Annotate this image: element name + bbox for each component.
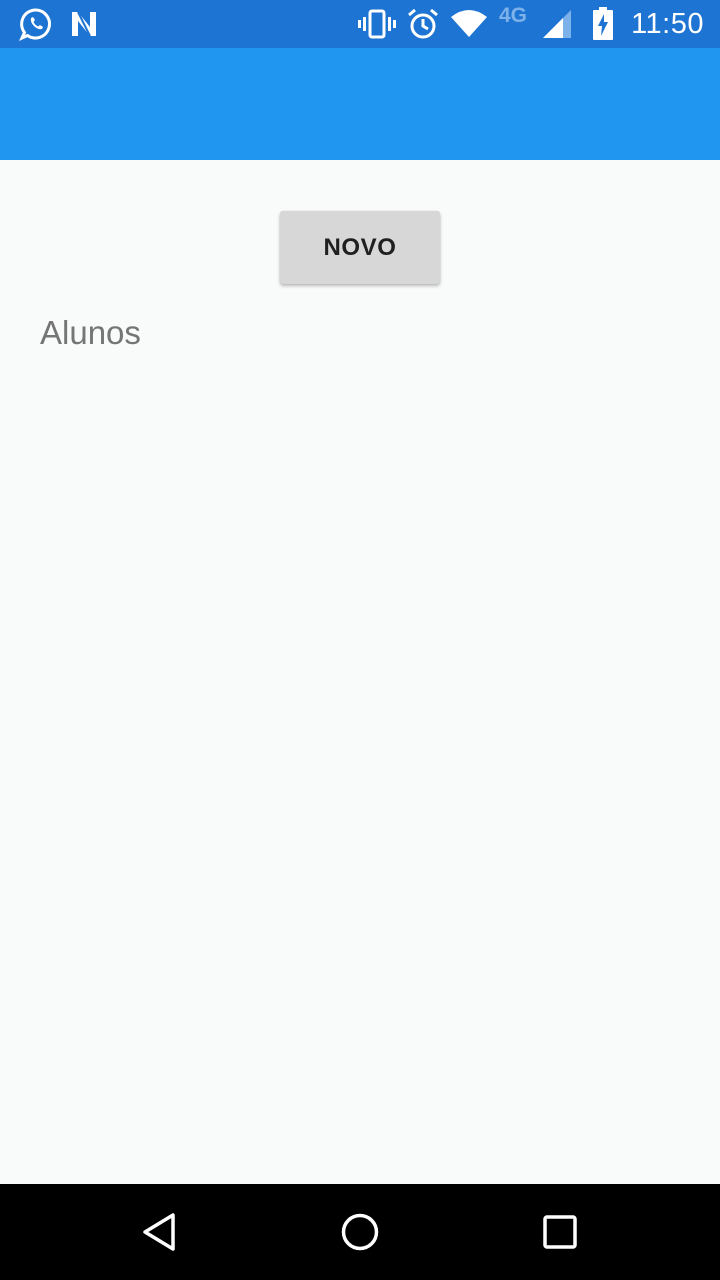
home-icon[interactable] [330, 1202, 390, 1262]
app-bar [0, 48, 720, 160]
wifi-icon [450, 6, 488, 42]
n-notification-icon [68, 6, 100, 42]
vibrate-icon [358, 6, 396, 42]
students-label: Alunos [40, 314, 141, 351]
status-clock: 11:50 [631, 7, 704, 40]
signal-icon [540, 6, 574, 42]
navigation-bar [0, 1184, 720, 1280]
status-bar: 4G 11:50 [0, 0, 720, 48]
battery-charging-icon [590, 6, 616, 42]
new-button[interactable]: NOVO [280, 211, 440, 284]
back-icon[interactable] [130, 1202, 190, 1262]
recents-icon[interactable] [530, 1202, 590, 1262]
alarm-icon [406, 6, 440, 42]
main-content: NOVO Alunos [0, 160, 720, 1184]
whatsapp-icon [18, 6, 54, 42]
network-type-label: 4G [499, 4, 528, 27]
